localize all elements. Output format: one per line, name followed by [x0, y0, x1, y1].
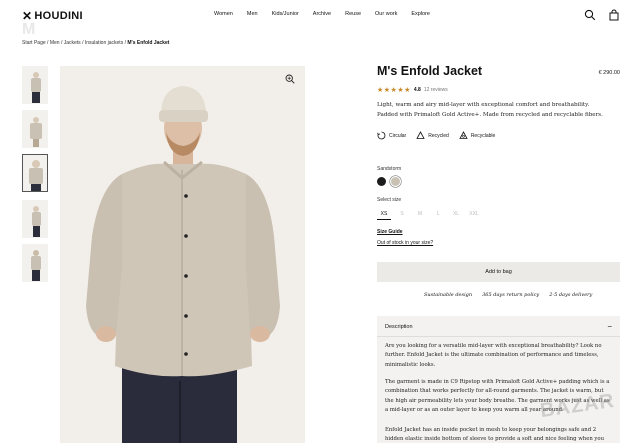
color-swatch-sandstorm[interactable] — [391, 177, 400, 186]
site-header: ✕ HOUDINI Women Men Kids/Junior Archive … — [0, 0, 640, 30]
usp-return-policy: 365 days return policy — [482, 292, 540, 298]
logo-text: HOUDINI — [34, 10, 83, 22]
size-option-xs[interactable]: XS — [377, 208, 391, 220]
nav-our-work[interactable]: Our work — [375, 11, 397, 17]
short-description: Light, warm and airy mid-layer with exce… — [377, 102, 603, 118]
badge-recyclable: Recyclable — [459, 131, 495, 140]
size-label: Select size — [377, 197, 402, 203]
size-selector: XS S M L XL XXL — [377, 208, 481, 220]
thumbnail-3-selected[interactable] — [22, 154, 48, 192]
description-paragraph-1: Are you looking for a versatile mid-laye… — [385, 343, 602, 368]
recyclable-icon — [459, 131, 468, 139]
breadcrumb-insulation-jackets[interactable]: Insulation jackets — [85, 40, 123, 46]
size-option-l[interactable]: L — [431, 208, 445, 220]
thumbnail-2[interactable] — [22, 110, 48, 148]
badge-circular: Circular — [377, 131, 406, 140]
divider — [377, 336, 620, 337]
size-option-m[interactable]: M — [413, 208, 427, 220]
description-panel: Description − Are you looking for a vers… — [377, 316, 620, 443]
usp-row: Sustainable design 365 days return polic… — [424, 292, 592, 298]
usp-delivery: 2-5 days delivery — [549, 292, 593, 298]
ghost-letter: M — [22, 21, 36, 38]
model-wearing-jacket-image — [86, 86, 280, 443]
model-closeup-thumb-image — [29, 160, 43, 191]
circular-icon — [377, 131, 386, 140]
breadcrumb-separator: / — [82, 40, 84, 46]
rating-score: 4.8 — [413, 87, 421, 93]
breadcrumb-separator: / — [47, 40, 49, 46]
add-to-bag-button[interactable]: Add to bag — [377, 262, 620, 282]
breadcrumb-start-page[interactable]: Start Page — [22, 40, 46, 46]
breadcrumb-separator: / — [60, 40, 63, 46]
main-nav: Women Men Kids/Junior Archive Reuse Our … — [214, 11, 444, 17]
description-heading[interactable]: Description — [385, 324, 413, 330]
main-product-image[interactable] — [60, 66, 305, 443]
badge-recycled: Recycled — [416, 131, 449, 140]
review-count[interactable]: 12 reviews — [424, 87, 448, 93]
color-label: Sandstorm — [377, 166, 402, 172]
product-title: M's Enfold Jacket — [377, 64, 483, 78]
breadcrumb-jackets[interactable]: Jackets — [64, 40, 81, 46]
nav-archive[interactable]: Archive — [313, 11, 331, 17]
badge-recycled-label: Recycled — [428, 132, 449, 139]
zoom-icon[interactable] — [285, 74, 295, 84]
size-guide-link[interactable]: Size Guide — [377, 229, 403, 235]
rating-summary[interactable]: ★★★★★ 4.8 12 reviews — [377, 86, 448, 94]
model-front-thumb-image — [31, 72, 41, 103]
badge-circular-label: Circular — [389, 132, 407, 139]
color-swatch-black[interactable] — [377, 177, 386, 186]
nav-kids-junior[interactable]: Kids/Junior — [272, 11, 299, 17]
breadcrumb-men[interactable]: Men — [50, 40, 60, 46]
breadcrumb: Start Page / Men / Jackets / Insulation … — [22, 40, 169, 46]
size-option-s[interactable]: S — [395, 208, 409, 220]
model-side-thumb-image — [32, 206, 41, 237]
nav-reuse[interactable]: Reuse — [345, 11, 361, 17]
breadcrumb-current: M's Enfold Jacket — [127, 40, 170, 46]
thumbnail-5[interactable] — [22, 244, 48, 282]
size-option-xl[interactable]: XL — [449, 208, 463, 220]
badge-recyclable-label: Recyclable — [470, 132, 496, 139]
size-option-xxl[interactable]: XXL — [467, 208, 481, 220]
shopping-bag-icon[interactable] — [608, 9, 620, 21]
search-icon[interactable] — [584, 9, 596, 21]
nav-women[interactable]: Women — [214, 11, 233, 17]
rating-stars: ★★★★★ — [377, 87, 411, 94]
model-back-thumb-image — [31, 250, 41, 281]
collapse-icon[interactable]: − — [607, 322, 612, 331]
out-of-stock-link[interactable]: Out of stock in your size? — [377, 240, 433, 246]
thumbnail-4[interactable] — [22, 200, 48, 238]
usp-sustainable-design: Sustainable design — [424, 292, 473, 298]
breadcrumb-separator: / — [124, 40, 126, 46]
nav-explore[interactable]: Explore — [411, 11, 430, 17]
description-paragraph-3: Enfold Jacket has an inside pocket in me… — [385, 427, 605, 443]
product-price: € 290.00 — [598, 70, 620, 76]
sustainability-badges: Circular Recycled Recyclable — [377, 131, 495, 140]
jacket-detail-thumb-image — [30, 117, 42, 147]
recycled-icon — [416, 131, 425, 139]
nav-men[interactable]: Men — [247, 11, 258, 17]
thumbnail-1[interactable] — [22, 66, 48, 104]
